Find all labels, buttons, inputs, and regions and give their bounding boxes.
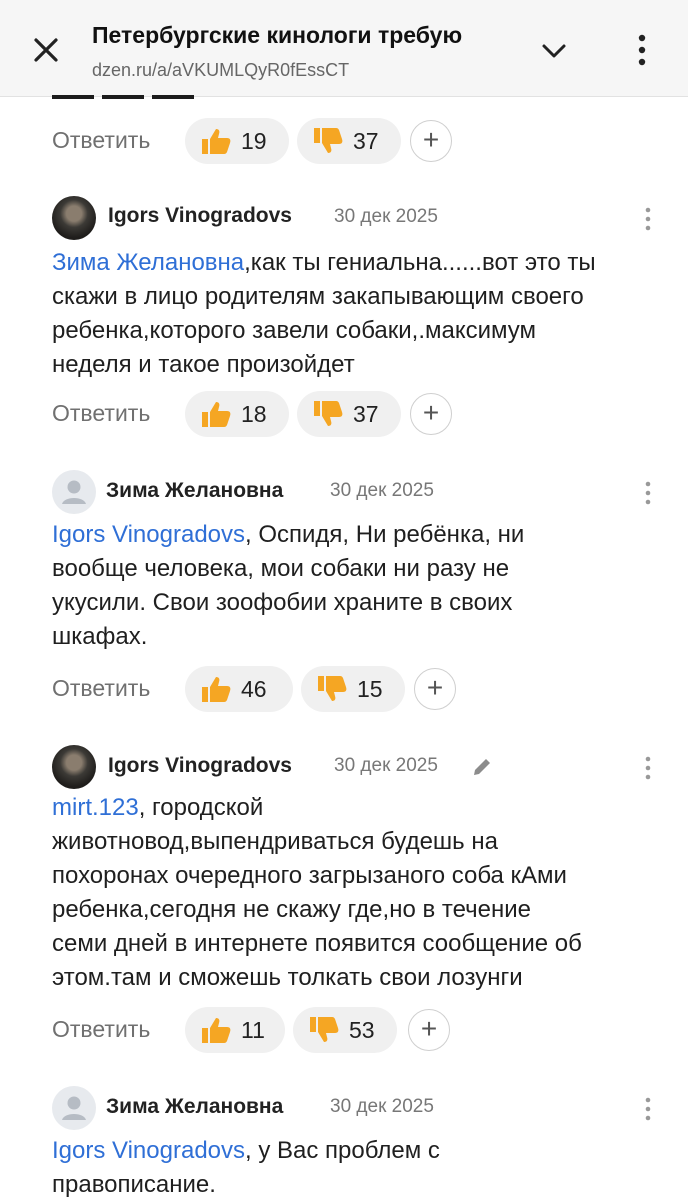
text-line: ребенка,сегодня не скажу где,но в течени…	[52, 896, 532, 923]
reply-button[interactable]: Ответить	[52, 1016, 150, 1043]
like-button[interactable]: 19	[185, 118, 289, 164]
close-icon[interactable]	[30, 34, 62, 66]
plus-icon: +	[422, 124, 440, 155]
text-line: семи дней в интернете появится сообщение…	[52, 930, 582, 957]
like-count: 11	[241, 1017, 265, 1043]
more-menu-icon[interactable]	[632, 30, 652, 70]
browser-top-bar: Петербургские кинологи требую dzen.ru/a/…	[0, 0, 688, 97]
like-count: 19	[241, 128, 267, 154]
comment-date: 30 дек 2025	[330, 480, 434, 501]
mention-link[interactable]: mirt.123	[52, 794, 139, 821]
comment-text: Зима Желановна,как ты гениальна......вот…	[52, 246, 662, 382]
text-line: животновод,выпендриваться будешь на	[52, 828, 498, 855]
avatar[interactable]	[52, 1086, 96, 1130]
comment-author[interactable]: Зима Желановна	[106, 479, 283, 503]
like-button[interactable]: 11	[185, 1007, 285, 1053]
thumbs-up-icon	[202, 1018, 231, 1043]
text-line: , городской	[138, 794, 264, 821]
reply-button[interactable]: Ответить	[52, 675, 150, 702]
comment-actions: Ответить 11 53 +	[0, 1007, 688, 1055]
dislike-button[interactable]: 37	[297, 118, 401, 164]
mention-link[interactable]: Зима Желановна	[52, 249, 244, 276]
page-title: Петербургские кинологи требую	[92, 22, 463, 48]
comment-actions: Ответить 19 37 +	[0, 118, 688, 166]
comment-actions: Ответить 46 15 +	[0, 666, 688, 714]
dislike-count: 53	[349, 1017, 375, 1043]
dislike-button[interactable]: 15	[301, 666, 405, 712]
comment-text: mirt.123, городской животновод,выпендрив…	[52, 791, 662, 995]
comment-date: 30 дек 2025	[334, 755, 438, 776]
text-line: , у Вас проблем с	[245, 1137, 440, 1164]
default-avatar-icon	[62, 1096, 86, 1120]
thumbs-up-icon	[202, 677, 231, 702]
reply-button[interactable]: Ответить	[52, 400, 150, 427]
dislike-count: 15	[357, 676, 383, 702]
avatar[interactable]	[52, 745, 96, 789]
text-line: , Оспидя, Ни ребёнка, ни	[245, 521, 525, 548]
plus-icon: +	[426, 672, 444, 703]
add-reaction-button[interactable]: +	[410, 393, 452, 435]
pencil-icon	[474, 759, 490, 775]
text-line: ,как ты гениальна......вот это ты	[244, 249, 596, 276]
comment-menu-icon[interactable]	[640, 1096, 656, 1122]
comment-text: Igors Vinogradovs, Оспидя, Ни ребёнка, н…	[52, 518, 662, 654]
text-line: неделя и такое произойдет	[52, 351, 355, 378]
comment-text: Igors Vinogradovs, у Вас проблем с право…	[52, 1134, 662, 1202]
comment-date: 30 дек 2025	[334, 206, 438, 227]
comment-author[interactable]: Igors Vinogradovs	[108, 754, 292, 778]
comment-author[interactable]: Зима Желановна	[106, 1095, 283, 1119]
dislike-button[interactable]: 37	[297, 391, 401, 437]
like-count: 46	[241, 676, 267, 702]
thumbs-up-icon	[202, 129, 231, 154]
comment-actions: Ответить 18 37 +	[0, 391, 688, 439]
thumbs-down-icon	[310, 1017, 339, 1042]
avatar[interactable]	[52, 196, 96, 240]
comment-author[interactable]: Igors Vinogradovs	[108, 204, 292, 228]
thumbs-down-icon	[318, 676, 347, 701]
thumbs-up-icon	[202, 402, 231, 427]
add-reaction-button[interactable]: +	[414, 668, 456, 710]
avatar[interactable]	[52, 470, 96, 514]
text-line: этом.там и сможешь толкать свои лозунги	[52, 964, 523, 991]
like-button[interactable]: 18	[185, 391, 289, 437]
text-line: правописание.	[52, 1171, 216, 1198]
reply-button[interactable]: Ответить	[52, 127, 150, 154]
text-line: шкафах.	[52, 623, 148, 650]
like-button[interactable]: 46	[185, 666, 293, 712]
comment-date: 30 дек 2025	[330, 1096, 434, 1117]
default-avatar-icon	[62, 480, 86, 504]
comment-menu-icon[interactable]	[640, 480, 656, 506]
comment-menu-icon[interactable]	[640, 206, 656, 232]
dislike-count: 37	[353, 128, 379, 154]
text-line: похоронах очередного загрызаного соба кА…	[52, 862, 567, 889]
text-line: укусили. Свои зоофобии храните в своих	[52, 589, 513, 616]
mention-link[interactable]: Igors Vinogradovs	[52, 1137, 245, 1164]
page-url[interactable]: dzen.ru/a/aVKUMLQyR0fEssCT	[92, 60, 349, 81]
text-line: скажи в лицо родителям закапывающим свое…	[52, 283, 584, 310]
clipped-text-remnant	[52, 86, 272, 100]
thumbs-down-icon	[314, 401, 343, 426]
like-count: 18	[241, 401, 267, 427]
dislike-count: 37	[353, 401, 379, 427]
mention-link[interactable]: Igors Vinogradovs	[52, 521, 245, 548]
text-line: вообще человека, мои собаки ни разу не	[52, 555, 510, 582]
thumbs-down-icon	[314, 128, 343, 153]
chevron-down-icon[interactable]	[540, 40, 568, 62]
plus-icon: +	[420, 1013, 438, 1044]
dislike-button[interactable]: 53	[293, 1007, 397, 1053]
add-reaction-button[interactable]: +	[410, 120, 452, 162]
comment-menu-icon[interactable]	[640, 755, 656, 781]
add-reaction-button[interactable]: +	[408, 1009, 450, 1051]
plus-icon: +	[422, 397, 440, 428]
text-line: ребенка,которого завели собаки,.максимум	[52, 317, 537, 344]
